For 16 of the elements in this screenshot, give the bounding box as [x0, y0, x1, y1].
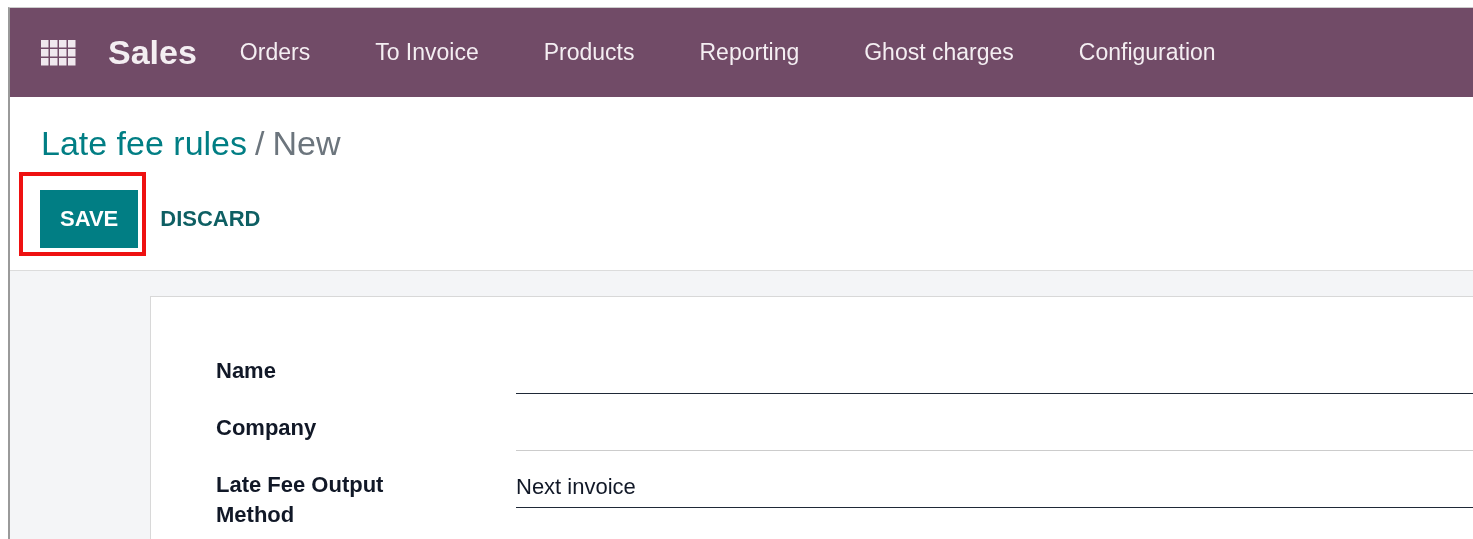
menu-item[interactable]: Orders [239, 39, 311, 66]
app-name[interactable]: Sales [108, 33, 197, 72]
field-label: Name [216, 357, 277, 385]
menu-item[interactable]: Ghost charges [864, 39, 1014, 66]
breadcrumb-link[interactable]: Late fee rules [41, 123, 248, 163]
menu-item[interactable]: To Invoice [375, 39, 479, 66]
apps-grid-icon[interactable] [41, 38, 77, 67]
field-label: Late Fee Output Method [216, 471, 385, 529]
breadcrumb-current: New [272, 123, 341, 163]
menu-item[interactable]: Reporting [699, 39, 800, 66]
menu-item[interactable]: Configuration [1078, 39, 1216, 66]
field-label: Company [216, 414, 318, 442]
discard-button[interactable]: DISCARD [150, 190, 271, 248]
menu-item[interactable]: Products [543, 39, 635, 66]
breadcrumb-separator: / [255, 123, 265, 163]
save-button[interactable]: SAVE [40, 190, 139, 248]
